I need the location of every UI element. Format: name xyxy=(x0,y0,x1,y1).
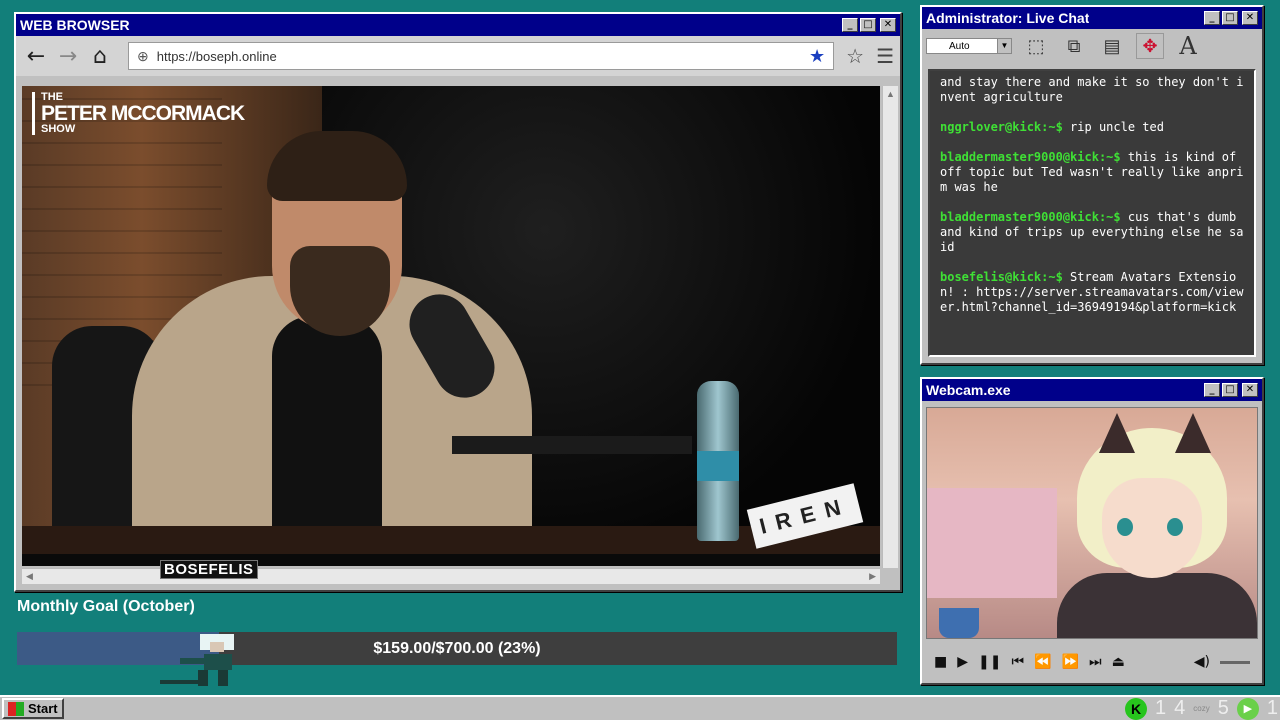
fast-forward-icon[interactable]: ⏩ xyxy=(1062,654,1079,670)
chevron-down-icon: ▼ xyxy=(997,39,1011,53)
chat-message: bladdermaster9000@kick:~$ cus that's dum… xyxy=(940,210,1244,254)
water-bottle xyxy=(697,381,739,541)
mug xyxy=(939,608,979,638)
taskbar: Start K 1 4 cozy 5 ▶ 1 xyxy=(0,695,1280,720)
browser-toolbar: ← → ⌂ ⊕ https://boseph.online ★ ☆ ☰ xyxy=(16,36,900,76)
volume-slider[interactable] xyxy=(1220,660,1250,664)
globe-icon: ⊕ xyxy=(137,47,149,64)
tray-digit: 5 xyxy=(1217,697,1229,719)
pause-icon[interactable]: ❚❚ xyxy=(978,654,1001,670)
chat-message: bosefelis@kick:~$ Stream Avatars Extensi… xyxy=(940,270,1244,314)
tray-digit: 1 xyxy=(1266,697,1278,719)
chat-message: and stay there and make it so they don't… xyxy=(940,75,1244,104)
system-tray: K 1 4 cozy 5 ▶ 1 xyxy=(1125,697,1278,720)
goal-progress-text: $159.00/$700.00 (23%) xyxy=(373,640,541,657)
select-rectangle-icon[interactable]: ⬚ xyxy=(1022,33,1050,59)
chat-title: Administrator: Live Chat xyxy=(926,10,1090,26)
play-icon[interactable]: ▶ xyxy=(957,654,968,670)
home-icon[interactable]: ⌂ xyxy=(86,42,114,70)
microphone-arm xyxy=(452,436,692,454)
stop-icon[interactable]: ■ xyxy=(934,654,947,670)
minimize-button[interactable]: _ xyxy=(1204,383,1220,397)
paste-icon[interactable]: ▤ xyxy=(1098,33,1126,59)
skip-back-icon[interactable]: ⏮ xyxy=(1011,654,1024,670)
url-text: https://boseph.online xyxy=(156,48,277,64)
address-bar[interactable]: ⊕ https://boseph.online ★ xyxy=(128,42,835,70)
chat-message: nggrlover@kick:~$ rip uncle ted xyxy=(940,120,1164,134)
kick-logo-icon[interactable]: K xyxy=(1125,697,1148,720)
forward-arrow-icon[interactable]: → xyxy=(54,42,82,70)
pixel-runner-sprite xyxy=(160,634,234,686)
video-player[interactable]: THE PETER MCCORMACK SHOW IREN xyxy=(22,86,880,566)
chat-toolbar: Auto ▼ ⬚ ⧉ ▤ ✥ A xyxy=(922,29,1262,63)
font-icon[interactable]: A xyxy=(1174,32,1202,60)
back-arrow-icon[interactable]: ← xyxy=(22,42,50,70)
webcam-titlebar[interactable]: Webcam.exe _ □ ✕ xyxy=(922,379,1262,401)
minimize-button[interactable]: _ xyxy=(1204,11,1220,25)
maximize-button[interactable]: □ xyxy=(1222,11,1238,25)
avatar-eye xyxy=(1117,518,1133,536)
start-button[interactable]: Start xyxy=(2,698,64,719)
zoom-select[interactable]: Auto ▼ xyxy=(926,38,1012,54)
browser-window: WEB BROWSER _ □ ✕ ← → ⌂ ⊕ https://boseph… xyxy=(14,12,902,592)
horizontal-scrollbar[interactable]: ◀ ▶ xyxy=(22,568,880,584)
person-hair xyxy=(267,131,407,201)
bookmark-star-icon[interactable]: ★ xyxy=(809,46,825,67)
close-button[interactable]: ✕ xyxy=(1242,383,1258,397)
minimize-button[interactable]: _ xyxy=(842,18,858,32)
tray-digit: 4 xyxy=(1174,697,1186,719)
webcam-window: Webcam.exe _ □ ✕ ■ ▶ ❚❚ ⏮ ⏪ ⏩ ⏭ ⏏ ◀) xyxy=(920,377,1264,685)
maximize-button[interactable]: □ xyxy=(1222,383,1238,397)
goal-title: Monthly Goal (October) xyxy=(17,598,195,615)
skip-forward-icon[interactable]: ⏭ xyxy=(1089,654,1102,670)
avatar-torso xyxy=(1057,573,1257,638)
webcam-title: Webcam.exe xyxy=(926,382,1011,398)
menu-icon[interactable]: ☰ xyxy=(876,44,894,69)
vtuber-avatar-view xyxy=(926,407,1258,639)
media-controls: ■ ▶ ❚❚ ⏮ ⏪ ⏩ ⏭ ⏏ ◀) xyxy=(926,647,1258,677)
tray-cozy-label: cozy xyxy=(1193,704,1210,713)
show-logo: THE PETER MCCORMACK SHOW xyxy=(32,92,245,135)
cat-ear xyxy=(1099,413,1135,453)
volume-icon[interactable]: ◀) xyxy=(1194,654,1210,670)
chat-titlebar[interactable]: Administrator: Live Chat _ □ ✕ xyxy=(922,7,1262,29)
background-bed xyxy=(927,488,1057,598)
cat-ear xyxy=(1175,413,1211,453)
close-button[interactable]: ✕ xyxy=(1242,11,1258,25)
copy-icon[interactable]: ⧉ xyxy=(1060,33,1088,59)
close-button[interactable]: ✕ xyxy=(880,18,896,32)
vertical-scrollbar[interactable]: ▲ xyxy=(882,86,898,568)
streamer-name-tag: BOSEFELIS xyxy=(160,560,258,579)
browser-title: WEB BROWSER xyxy=(20,17,130,33)
chat-log[interactable]: and stay there and make it so they don't… xyxy=(928,69,1256,357)
windows-logo-icon xyxy=(8,701,24,716)
eject-icon[interactable]: ⏏ xyxy=(1112,654,1125,670)
favorites-star-icon[interactable]: ☆ xyxy=(846,44,864,69)
rewind-icon[interactable]: ⏪ xyxy=(1034,654,1051,670)
chat-message: bladdermaster9000@kick:~$ this is kind o… xyxy=(940,150,1244,194)
chat-window: Administrator: Live Chat _ □ ✕ Auto ▼ ⬚ … xyxy=(920,5,1264,365)
goal-progress-bar: $159.00/$700.00 (23%) xyxy=(17,632,897,665)
tray-digit: 1 xyxy=(1155,697,1167,719)
move-icon[interactable]: ✥ xyxy=(1136,33,1164,59)
avatar-eye xyxy=(1167,518,1183,536)
browser-titlebar[interactable]: WEB BROWSER _ □ ✕ xyxy=(16,14,900,36)
maximize-button[interactable]: □ xyxy=(860,18,876,32)
play-circle-icon[interactable]: ▶ xyxy=(1236,697,1259,720)
